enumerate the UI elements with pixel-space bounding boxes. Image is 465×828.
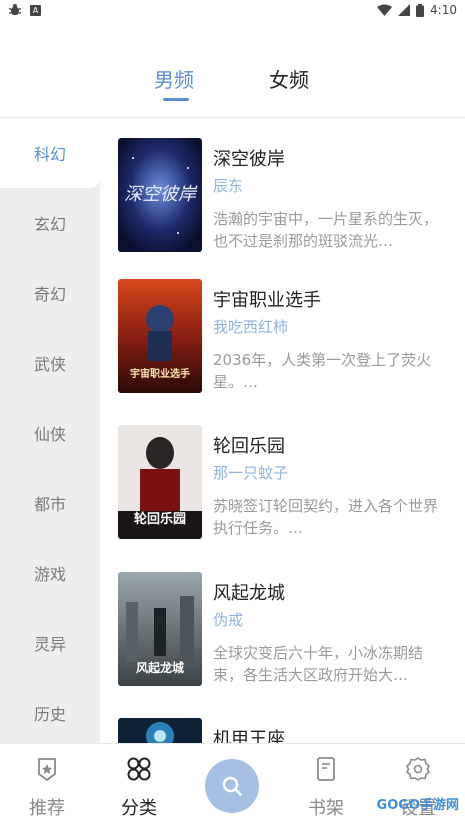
category-item-xuanhuan[interactable]: 玄幻 [0, 188, 100, 258]
book-author[interactable]: 辰东 [213, 175, 243, 196]
signal-icon [398, 4, 411, 16]
book-cover: 深空彼岸 [118, 138, 202, 252]
category-sidebar: 科幻 玄幻 奇幻 武侠 仙侠 都市 游戏 灵异 历史 [0, 118, 100, 743]
category-item-supernatural[interactable]: 灵异 [0, 608, 100, 678]
book-title: 风起龙城 [213, 583, 285, 604]
cover-title: 宇宙职业选手 [130, 367, 190, 380]
cover-title: 轮回乐园 [134, 511, 186, 527]
bookshelf-icon [317, 757, 335, 781]
nav-category-label: 分类 [121, 798, 157, 819]
cover-title: 深空彼岸 [124, 184, 198, 205]
status-time: 4:10 [430, 3, 457, 17]
settings-icon [406, 757, 430, 781]
book-list: 深空彼岸 深空彼岸 辰东 浩瀚的宇宙中，一片星系的生灭，也不过是刹那的斑驳流光…… [100, 118, 465, 743]
nav-bookshelf[interactable]: 书架 [296, 756, 356, 820]
category-item-scifi[interactable]: 科幻 [0, 118, 100, 188]
book-title: 宇宙职业选手 [213, 290, 321, 311]
book-card[interactable]: 宇宙职业选手 宇宙职业选手 我吃西红柿 2036年，人类第一次登上了荧火星。… [118, 279, 458, 395]
book-author[interactable]: 我吃西红柿 [213, 316, 288, 337]
watermark-logo: GOGO手游网 [376, 798, 459, 813]
app-notification-icon: A [30, 4, 41, 16]
nav-recommend[interactable]: 推荐 [17, 756, 77, 820]
book-card[interactable]: 风起龙城 风起龙城 伪戒 全球灾变后六十年，小冰冻期结束，各生活大区政府开始大… [118, 572, 458, 688]
search-icon [222, 776, 242, 796]
battery-icon [416, 3, 425, 17]
book-description: 2036年，人类第一次登上了荧火星。… [213, 351, 432, 391]
book-description: 全球灾变后六十年，小冰冻期结束，各生活大区政府开始大… [213, 644, 424, 684]
category-item-xianxia[interactable]: 仙侠 [0, 398, 100, 468]
book-title: 轮回乐园 [213, 436, 285, 457]
bottom-nav: 推荐 分类 书架 设置 GOGO手游网 [0, 743, 465, 828]
category-item-fantasy[interactable]: 奇幻 [0, 258, 100, 328]
tab-male[interactable]: 男频 [154, 64, 194, 93]
book-cover [118, 718, 202, 743]
book-card[interactable]: 深空彼岸 深空彼岸 辰东 浩瀚的宇宙中，一片星系的生灭，也不过是刹那的斑驳流光… [118, 138, 458, 254]
recommend-icon [38, 758, 56, 782]
nav-bookshelf-label: 书架 [308, 798, 344, 819]
category-icon [127, 757, 151, 781]
debug-icon [9, 4, 21, 15]
book-author[interactable]: 伪戒 [213, 609, 243, 630]
category-item-history[interactable]: 历史 [0, 678, 100, 743]
tab-female[interactable]: 女频 [269, 64, 309, 93]
active-tab-indicator [163, 98, 189, 101]
wifi-icon [377, 4, 393, 16]
category-item-urban[interactable]: 都市 [0, 468, 100, 538]
book-cover: 风起龙城 [118, 572, 202, 686]
book-card[interactable]: 机甲王座 [118, 718, 458, 743]
cover-title: 风起龙城 [136, 660, 184, 675]
book-author[interactable]: 那一只蚊子 [213, 462, 288, 483]
book-description: 苏晓签订轮回契约，进入各个世界执行任务。… [213, 497, 439, 537]
nav-category[interactable]: 分类 [109, 756, 169, 820]
search-button[interactable] [205, 759, 259, 813]
gender-tabs: 男频 女频 [0, 58, 465, 108]
book-description: 浩瀚的宇宙中，一片星系的生灭，也不过是刹那的斑驳流光… [213, 210, 439, 250]
book-title: 机甲王座 [213, 729, 285, 743]
book-cover: 轮回乐园 [118, 425, 202, 539]
category-item-wuxia[interactable]: 武侠 [0, 328, 100, 398]
book-cover: 宇宙职业选手 [118, 279, 202, 393]
book-card[interactable]: 轮回乐园 轮回乐园 那一只蚊子 苏晓签订轮回契约，进入各个世界执行任务。… [118, 425, 458, 541]
nav-recommend-label: 推荐 [29, 798, 65, 819]
book-title: 深空彼岸 [213, 149, 285, 170]
category-item-game[interactable]: 游戏 [0, 538, 100, 608]
status-bar: A 4:10 [0, 0, 465, 22]
